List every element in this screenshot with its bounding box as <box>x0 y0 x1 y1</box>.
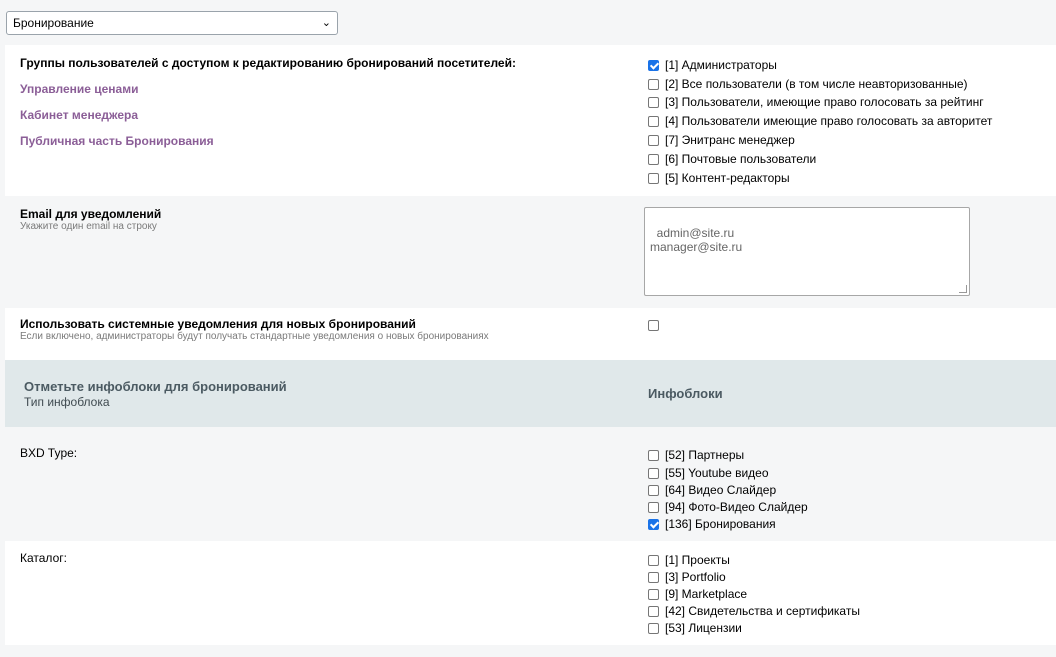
module-select[interactable]: Бронирование ⌄ <box>6 11 338 35</box>
checkbox[interactable] <box>648 484 659 496</box>
system-notify-label: Использовать системные уведомления для н… <box>20 317 416 331</box>
iblock-option[interactable]: [53] Лицензии <box>648 621 742 635</box>
resize-grip-icon[interactable] <box>959 285 967 293</box>
checkbox[interactable] <box>648 518 659 530</box>
iblock-option[interactable]: [3] Portfolio <box>648 570 726 584</box>
iblocks-title: Отметьте инфоблоки для бронирований <box>24 379 287 394</box>
email-textarea-value: admin@site.ru manager@site.ru <box>650 226 743 254</box>
group-option[interactable]: [5] Контент-редакторы <box>648 171 790 185</box>
group-option[interactable]: [4] Пользователи имеющие право голосоват… <box>648 114 992 128</box>
checkbox[interactable] <box>648 78 659 90</box>
iblock-option-label: [136] Бронирования <box>665 517 776 531</box>
iblock-option-label: [52] Партнеры <box>665 448 745 462</box>
checkbox[interactable] <box>648 605 659 617</box>
checkbox[interactable] <box>648 319 659 331</box>
email-label: Email для уведомлений <box>20 207 162 221</box>
iblock-option[interactable]: [55] Youtube видео <box>648 466 769 480</box>
iblocks-subtitle: Тип инфоблока <box>24 395 110 409</box>
link-manager-cabinet[interactable]: Кабинет менеджера <box>20 108 138 122</box>
link-price-management[interactable]: Управление ценами <box>20 82 138 96</box>
system-notify-toggle[interactable] <box>648 318 665 332</box>
iblock-option-label: [1] Проекты <box>665 553 730 567</box>
checkbox[interactable] <box>648 588 659 600</box>
group-option[interactable]: [7] Энитранс менеджер <box>648 133 795 147</box>
checkbox[interactable] <box>648 115 659 127</box>
checkbox[interactable] <box>648 571 659 583</box>
group-option[interactable]: [2] Все пользователи (в том числе неавто… <box>648 77 968 91</box>
group-option-label: [2] Все пользователи (в том числе неавто… <box>665 77 968 91</box>
iblock-option-label: [53] Лицензии <box>665 621 742 635</box>
email-hint: Укажите один email на строку <box>20 221 157 232</box>
group-option-label: [3] Пользователи, имеющие право голосова… <box>665 95 984 109</box>
groups-title: Группы пользователей с доступом к редакт… <box>20 56 516 70</box>
group-option-label: [1] Администраторы <box>665 58 777 72</box>
group-option-label: [4] Пользователи имеющие право голосоват… <box>665 114 993 128</box>
iblock-option[interactable]: [1] Проекты <box>648 553 730 567</box>
iblock-option[interactable]: [136] Бронирования <box>648 517 776 531</box>
catalog-section <box>5 541 1056 645</box>
iblock-option[interactable]: [64] Видео Слайдер <box>648 483 776 497</box>
group-option-label: [7] Энитранс менеджер <box>665 133 795 147</box>
iblock-option[interactable]: [42] Свидетельства и сертификаты <box>648 604 860 618</box>
group-option-label: [6] Почтовые пользователи <box>665 152 817 166</box>
checkbox[interactable] <box>648 501 659 513</box>
checkbox[interactable] <box>648 96 659 108</box>
checkbox[interactable] <box>648 134 659 146</box>
checkbox[interactable] <box>648 622 659 634</box>
iblock-option-label: [55] Youtube видео <box>665 466 769 480</box>
iblock-option[interactable]: [52] Партнеры <box>648 448 744 462</box>
group-option-label: [5] Контент-редакторы <box>665 171 790 185</box>
chevron-down-icon: ⌄ <box>321 17 331 29</box>
group-option[interactable]: [6] Почтовые пользователи <box>648 152 816 166</box>
bxd-type-label: BXD Type: <box>20 446 78 460</box>
catalog-label: Каталог: <box>20 551 67 565</box>
iblock-option-label: [9] Marketplace <box>665 587 748 601</box>
system-notify-hint: Если включено, администраторы будут полу… <box>20 331 489 342</box>
email-textarea[interactable]: admin@site.ru manager@site.ru <box>644 207 970 296</box>
iblocks-column-title: Инфоблоки <box>648 386 723 401</box>
checkbox[interactable] <box>648 59 659 71</box>
checkbox[interactable] <box>648 554 659 566</box>
checkbox[interactable] <box>648 172 659 184</box>
checkbox[interactable] <box>648 449 659 461</box>
iblock-option-label: [94] Фото-Видео Слайдер <box>665 500 808 514</box>
iblock-option[interactable]: [9] Marketplace <box>648 587 747 601</box>
iblock-option-label: [64] Видео Слайдер <box>665 483 777 497</box>
checkbox[interactable] <box>648 153 659 165</box>
iblock-option[interactable]: [94] Фото-Видео Слайдер <box>648 500 808 514</box>
iblock-option-label: [42] Свидетельства и сертификаты <box>665 604 860 618</box>
iblock-option-label: [3] Portfolio <box>665 570 726 584</box>
group-option[interactable]: [3] Пользователи, имеющие право голосова… <box>648 95 984 109</box>
group-option[interactable]: [1] Администраторы <box>648 58 777 72</box>
module-select-value: Бронирование <box>13 16 94 30</box>
checkbox[interactable] <box>648 467 659 479</box>
link-public-booking[interactable]: Публичная часть Бронирования <box>20 134 214 148</box>
